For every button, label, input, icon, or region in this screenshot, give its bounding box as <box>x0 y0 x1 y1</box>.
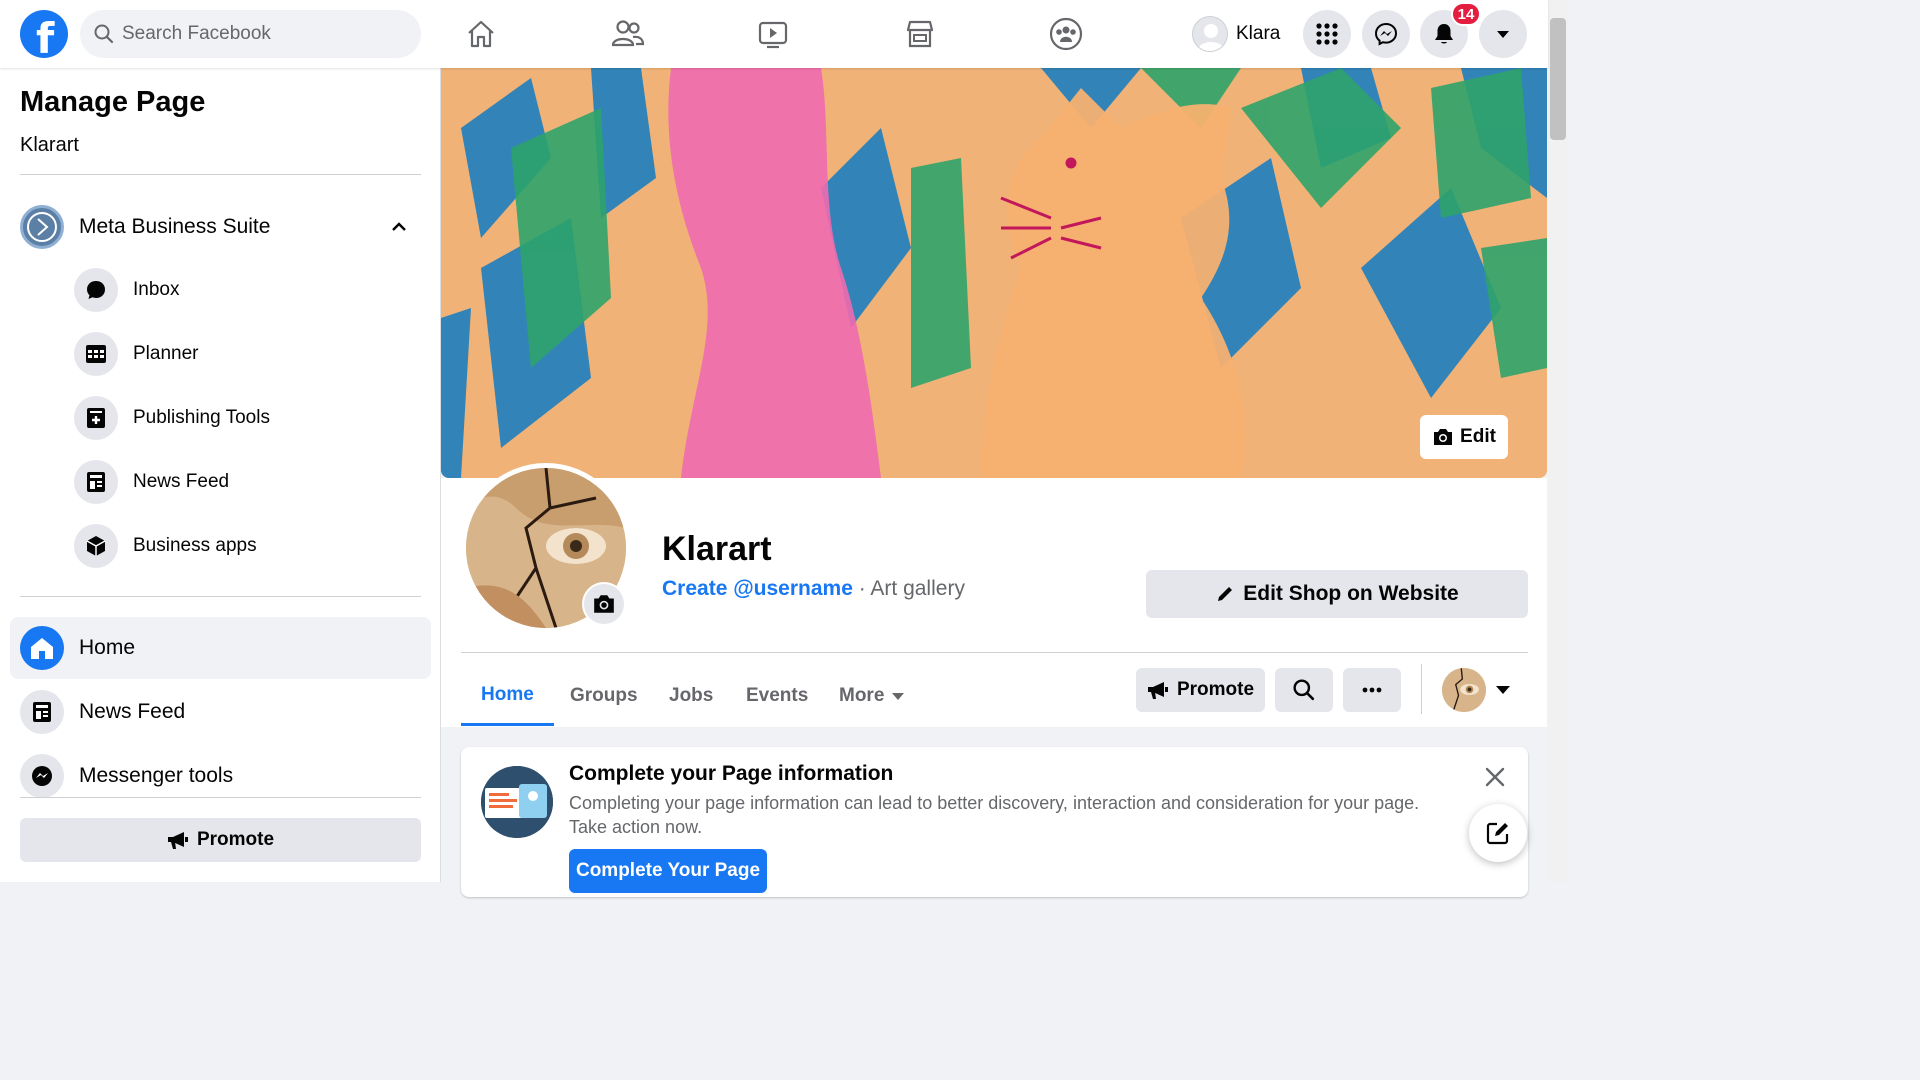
search-box[interactable] <box>80 10 421 58</box>
search-input[interactable] <box>122 10 402 58</box>
sidebar-item-label: News Feed <box>133 471 230 492</box>
tab-groups[interactable]: Groups <box>550 666 658 726</box>
notification-badge: 14 <box>1451 2 1481 26</box>
change-profile-picture-button[interactable] <box>582 582 626 626</box>
promote-button[interactable]: Promote <box>1136 668 1265 712</box>
messenger-button[interactable] <box>1362 10 1410 58</box>
megaphone-icon <box>1147 682 1168 699</box>
promote-label: Promote <box>196 829 275 850</box>
edit-shop-label: Edit Shop on Website <box>1243 582 1459 605</box>
business-suite-logo <box>20 205 64 249</box>
tab-home[interactable]: Home <box>461 666 554 726</box>
messenger-icon <box>1374 22 1398 46</box>
sidebar-item-publishing-tools[interactable]: Publishing Tools <box>74 395 270 441</box>
messenger-icon <box>20 754 64 798</box>
sidebar-item-label: Business apps <box>133 535 257 556</box>
sidebar-item-label: Home <box>79 636 136 659</box>
complete-page-card: Complete your Page information Completin… <box>461 747 1528 897</box>
profile-chip[interactable]: Klara <box>1192 14 1280 54</box>
nav-groups-icon[interactable] <box>1044 12 1088 56</box>
megaphone-icon <box>167 832 188 849</box>
nav-marketplace-icon[interactable] <box>898 12 942 56</box>
page-category: · Art gallery <box>852 577 965 600</box>
publishing-tools-icon <box>74 396 118 440</box>
sidebar-item-home[interactable]: Home <box>10 617 431 679</box>
sidebar-page-name: Klarart <box>20 134 79 156</box>
pencil-icon <box>1218 587 1233 601</box>
grid-menu-icon <box>1316 23 1338 45</box>
search-page-button[interactable] <box>1275 668 1333 712</box>
camera-icon <box>594 595 614 613</box>
cover-photo <box>441 68 1547 478</box>
info-card-text: Completing your page information can lea… <box>569 793 1420 837</box>
sidebar-promote-button[interactable]: Promote <box>20 818 421 862</box>
caret-down-icon <box>892 692 905 700</box>
manage-page-sidebar: Manage Page Klarart Meta Business Suite … <box>0 68 441 882</box>
avatar <box>1192 16 1228 52</box>
sidebar-item-business-apps[interactable]: Business apps <box>74 523 257 569</box>
tab-more[interactable]: More <box>819 666 924 726</box>
menu-button[interactable] <box>1303 10 1351 58</box>
page-info-illustration <box>481 766 553 838</box>
page-subtitle: Create @username · Art gallery <box>662 577 965 601</box>
divider <box>20 596 421 597</box>
sidebar-item-planner[interactable]: Planner <box>74 331 199 377</box>
news-feed-icon <box>20 690 64 734</box>
close-icon[interactable] <box>1483 765 1507 789</box>
top-navigation-bar: f Klara <box>0 0 1548 68</box>
promote-label: Promote <box>1176 679 1255 700</box>
caret-down-icon <box>1496 686 1510 694</box>
nav-home-icon[interactable] <box>459 12 503 56</box>
divider <box>1421 664 1422 714</box>
divider <box>461 652 1528 653</box>
sidebar-item-news-feed-page[interactable]: News Feed <box>10 681 431 743</box>
create-username-link[interactable]: Create @username <box>662 577 853 600</box>
edit-shop-button[interactable]: Edit Shop on Website <box>1146 570 1528 618</box>
complete-your-page-button[interactable]: Complete Your Page <box>569 849 767 893</box>
account-button[interactable] <box>1479 10 1527 58</box>
sidebar-item-inbox[interactable]: Inbox <box>74 267 179 313</box>
business-suite-toggle[interactable]: Meta Business Suite <box>20 204 420 250</box>
home-icon <box>20 626 64 670</box>
more-dots-icon <box>1362 687 1382 693</box>
business-suite-label: Meta Business Suite <box>79 215 271 238</box>
search-icon <box>1293 679 1315 701</box>
more-options-button[interactable] <box>1343 668 1401 712</box>
facebook-logo[interactable]: f <box>20 10 68 63</box>
page-scrollbar[interactable] <box>1548 0 1568 882</box>
divider <box>20 174 421 175</box>
news-feed-icon <box>74 460 118 504</box>
tab-jobs[interactable]: Jobs <box>649 666 733 726</box>
scrollbar-thumb[interactable] <box>1550 18 1566 140</box>
info-card-title: Complete your Page information <box>569 762 894 785</box>
sidebar-item-label: Inbox <box>133 279 180 300</box>
chevron-up-icon[interactable] <box>390 218 408 236</box>
nav-watch-icon[interactable] <box>751 12 795 56</box>
compose-icon <box>1486 822 1509 845</box>
sidebar-item-label: Messenger tools <box>79 764 234 787</box>
edit-cover-button[interactable]: Edit <box>1420 415 1508 459</box>
edit-cover-label: Edit <box>1460 426 1496 447</box>
nav-friends-icon[interactable] <box>606 12 650 56</box>
page-switcher[interactable] <box>1442 668 1510 712</box>
page-title: Klarart <box>662 530 772 568</box>
caret-down-icon <box>1497 31 1509 38</box>
profile-name: Klara <box>1236 23 1281 44</box>
sidebar-item-label: Publishing Tools <box>133 407 270 428</box>
sidebar-title: Manage Page <box>20 86 206 118</box>
search-icon <box>94 24 114 44</box>
tab-events[interactable]: Events <box>726 666 828 726</box>
calendar-grid-icon <box>74 332 118 376</box>
camera-icon <box>1434 429 1453 445</box>
sidebar-item-label: Planner <box>133 343 199 364</box>
sidebar-item-label: News Feed <box>79 700 186 723</box>
cube-icon <box>74 524 118 568</box>
sidebar-item-news-feed[interactable]: News Feed <box>74 459 229 505</box>
divider <box>20 797 421 798</box>
avatar <box>1442 668 1486 712</box>
new-post-button[interactable] <box>1469 804 1527 862</box>
chat-bubble-icon <box>74 268 118 312</box>
bell-icon <box>1435 24 1453 44</box>
